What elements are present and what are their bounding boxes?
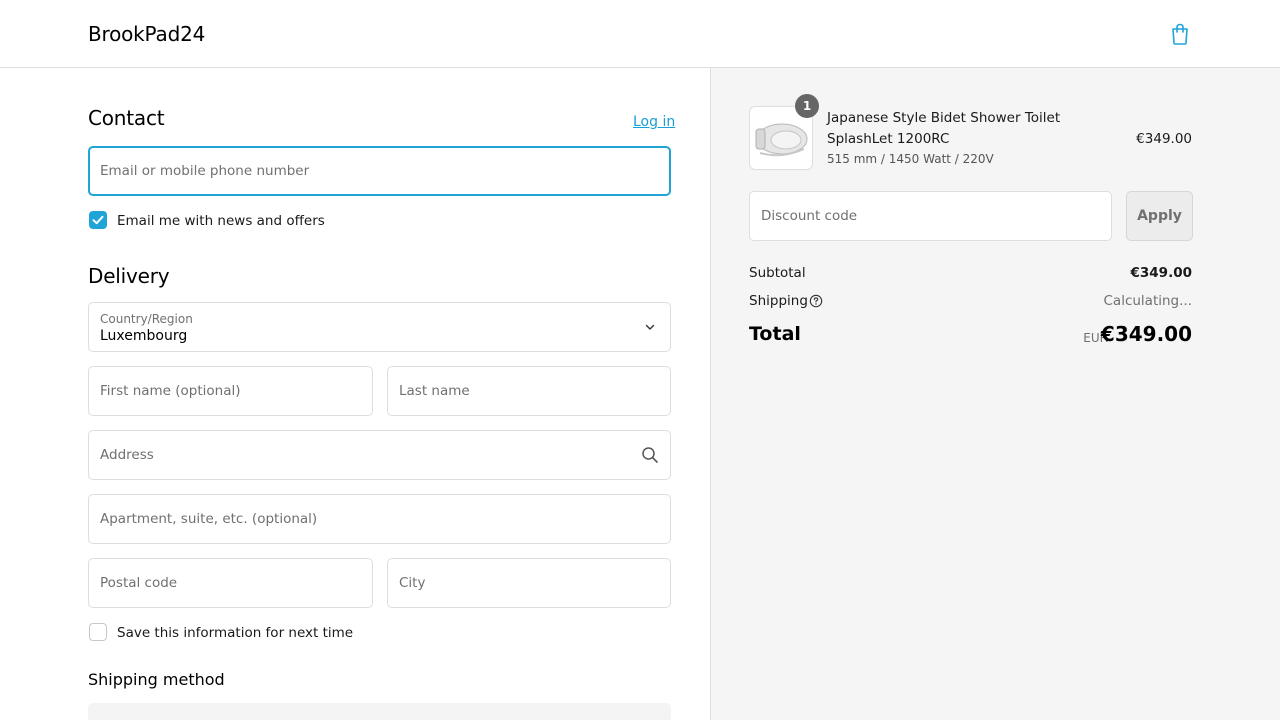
shipping-method-heading: Shipping method: [88, 670, 225, 689]
save-info-label: Save this information for next time: [117, 625, 354, 641]
first-name-field[interactable]: [100, 367, 361, 415]
country-label: Country/Region: [100, 312, 193, 326]
first-name-wrapper: [88, 366, 373, 416]
chevron-down-icon: [645, 324, 655, 330]
city-wrapper: [387, 558, 671, 608]
postal-code-field[interactable]: [100, 559, 361, 607]
shopping-bag-icon[interactable]: [1170, 23, 1190, 45]
search-icon: [642, 447, 658, 463]
header: BrookPad24: [0, 0, 1280, 68]
country-select[interactable]: Country/Region Luxembourg: [88, 302, 671, 352]
address-field[interactable]: [100, 431, 659, 479]
shipping-label: Shipping: [749, 293, 808, 309]
product-variant: 515 mm / 1450 Watt / 220V: [827, 152, 994, 166]
order-summary: 1 Japanese Style Bidet Shower Toilet Spl…: [710, 68, 1280, 720]
postal-code-wrapper: [88, 558, 373, 608]
discount-wrapper: [749, 191, 1112, 241]
login-link[interactable]: Log in: [633, 114, 675, 130]
email-field[interactable]: [100, 148, 658, 194]
product-title: Japanese Style Bidet Shower Toilet Splas…: [827, 110, 1061, 147]
total-value: €349.00: [1100, 322, 1192, 346]
help-circle-icon[interactable]: [809, 294, 823, 308]
shipping-value: Calculating...: [1103, 293, 1193, 309]
email-field-wrapper: [88, 146, 671, 196]
subtotal-label: Subtotal: [749, 265, 806, 281]
store-logo[interactable]: BrookPad24: [88, 22, 205, 46]
last-name-field[interactable]: [399, 367, 659, 415]
apply-discount-button[interactable]: Apply: [1126, 191, 1193, 241]
total-label: Total: [749, 323, 801, 345]
delivery-heading: Delivery: [88, 264, 170, 288]
apartment-wrapper: [88, 494, 671, 544]
shipping-method-placeholder: [88, 703, 671, 720]
news-checkbox-label: Email me with news and offers: [117, 213, 325, 229]
product-price: €349.00: [1136, 131, 1192, 147]
contact-heading: Contact: [88, 106, 165, 130]
subtotal-value: €349.00: [1130, 265, 1193, 281]
address-wrapper: [88, 430, 671, 480]
news-checkbox[interactable]: [89, 211, 107, 229]
apartment-field[interactable]: [100, 495, 659, 543]
checkmark-icon: [92, 215, 104, 225]
discount-code-field[interactable]: [761, 192, 1100, 240]
checkout-form: Contact Log in Email me with news and of…: [0, 68, 710, 720]
city-field[interactable]: [399, 559, 659, 607]
save-info-checkbox[interactable]: [89, 623, 107, 641]
quantity-badge: 1: [795, 94, 819, 118]
country-value: Luxembourg: [100, 328, 188, 344]
last-name-wrapper: [387, 366, 671, 416]
